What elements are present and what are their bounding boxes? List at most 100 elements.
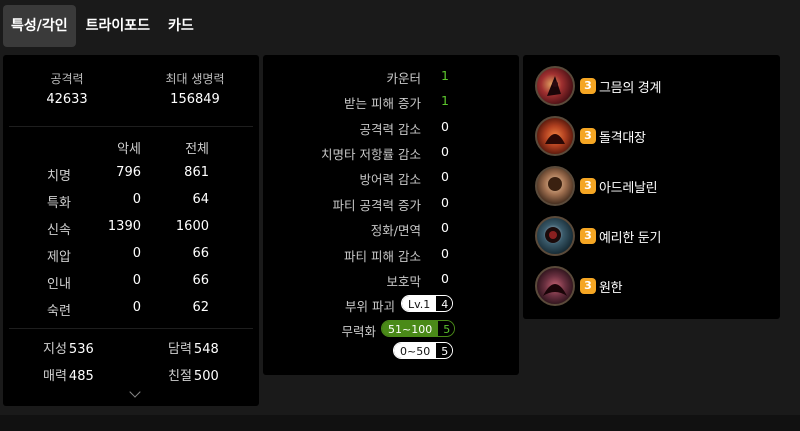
hp-label: 최대 생명력 bbox=[165, 72, 225, 86]
engraving-name: 원한 bbox=[599, 280, 623, 296]
acc-col-header: 악세 bbox=[117, 142, 141, 157]
modifier-row: 방어력 감소 0 bbox=[263, 169, 519, 191]
engraving-name: 돌격대장 bbox=[599, 130, 646, 146]
engraving-level-badge: 3 bbox=[580, 178, 596, 194]
tab-card[interactable]: 카드 bbox=[160, 5, 202, 47]
hp-value: 156849 bbox=[170, 92, 220, 107]
modifier-label: 방어력 감소 bbox=[359, 172, 421, 187]
extra-stat-charm: 매력 485 bbox=[43, 365, 94, 384]
charge-icon bbox=[535, 116, 575, 156]
attack-stat: 공격력 42633 bbox=[3, 70, 131, 107]
tab-engraving[interactable]: 특성/각인 bbox=[3, 5, 76, 47]
stat-name: 치명 bbox=[47, 169, 71, 184]
grudge-icon bbox=[535, 266, 575, 306]
stagger-count-low: 5 bbox=[436, 343, 453, 358]
extra-stat-value: 500 bbox=[193, 369, 219, 384]
modifier-row: 정화/면역 0 bbox=[263, 220, 519, 242]
witch-icon bbox=[535, 66, 575, 106]
stat-total: 64 bbox=[192, 192, 209, 207]
extra-stat-courage: 담력 548 bbox=[168, 338, 219, 357]
extra-stat-name: 매력 bbox=[43, 369, 67, 384]
part-break-count: 4 bbox=[436, 296, 453, 311]
engraving-level-badge: 3 bbox=[580, 78, 596, 94]
stat-row: 숙련 0 62 bbox=[3, 300, 259, 326]
stat-row: 제압 0 66 bbox=[3, 246, 259, 272]
stat-acc: 0 bbox=[132, 300, 141, 315]
stat-row: 인내 0 66 bbox=[3, 273, 259, 299]
engraving-item[interactable]: 3 원한 bbox=[535, 266, 775, 306]
engraving-level-badge: 3 bbox=[580, 128, 596, 144]
attack-value: 42633 bbox=[46, 92, 88, 107]
stat-acc: 0 bbox=[132, 246, 141, 261]
stagger-pill-low: 0~50 5 bbox=[393, 342, 454, 359]
modifier-label: 공격력 감소 bbox=[359, 122, 421, 137]
tab-tripod[interactable]: 트라이포드 bbox=[78, 5, 158, 47]
stat-total: 861 bbox=[184, 165, 209, 180]
engravings-panel: 3 그믐의 경계 3 돌격대장 3 아드레날린 3 예리한 둔기 3 원한 bbox=[523, 55, 780, 319]
stat-row: 신속 1390 1600 bbox=[3, 219, 259, 245]
modifiers-panel: 카운터 1 받는 피해 증가 1 공격력 감소 0 치명타 저항률 감소 0 방… bbox=[263, 55, 519, 375]
stat-name: 신속 bbox=[47, 223, 71, 238]
attack-label: 공격력 bbox=[50, 72, 84, 86]
part-break-level: Lv.1 bbox=[402, 296, 437, 311]
modifier-value: 0 bbox=[441, 271, 449, 286]
stat-row: 특화 0 64 bbox=[3, 192, 259, 218]
engraving-level-badge: 3 bbox=[580, 228, 596, 244]
extra-stat-intellect: 지성 536 bbox=[43, 338, 94, 357]
adrenaline-icon bbox=[535, 166, 575, 206]
stat-acc: 0 bbox=[132, 192, 141, 207]
modifier-row: 공격력 감소 0 bbox=[263, 119, 519, 141]
engraving-name: 그믐의 경계 bbox=[599, 80, 662, 96]
modifier-row: 받는 피해 증가 1 bbox=[263, 93, 519, 115]
engraving-item[interactable]: 3 아드레날린 bbox=[535, 166, 775, 206]
stat-name: 인내 bbox=[47, 277, 71, 292]
modifier-label: 파티 피해 감소 bbox=[344, 249, 421, 264]
engraving-name: 예리한 둔기 bbox=[599, 230, 662, 246]
stats-panel: 공격력 42633 최대 생명력 156849 악세 전체 치명 796 861… bbox=[3, 55, 259, 406]
divider bbox=[9, 126, 253, 127]
modifier-label: 파티 공격력 증가 bbox=[332, 198, 421, 213]
extra-stat-value: 548 bbox=[193, 342, 219, 357]
modifier-value: 0 bbox=[441, 169, 449, 184]
modifier-value: 1 bbox=[441, 93, 449, 108]
stagger-range-low: 0~50 bbox=[394, 343, 437, 358]
engraving-item[interactable]: 3 돌격대장 bbox=[535, 116, 775, 156]
engraving-item[interactable]: 3 그믐의 경계 bbox=[535, 66, 775, 106]
modifier-label: 정화/면역 bbox=[370, 223, 421, 238]
modifier-row: 카운터 1 bbox=[263, 68, 519, 90]
stat-acc: 1390 bbox=[107, 219, 141, 234]
part-break-label: 부위 파괴 bbox=[345, 299, 395, 314]
engraving-name: 아드레날린 bbox=[599, 180, 658, 196]
modifier-label: 치명타 저항률 감소 bbox=[321, 147, 421, 162]
part-break-row: 부위 파괴 bbox=[263, 296, 519, 318]
stagger-label: 무력화 bbox=[341, 324, 376, 339]
modifier-row: 치명타 저항률 감소 0 bbox=[263, 144, 519, 166]
stat-total: 1600 bbox=[175, 219, 209, 234]
chevron-down-icon[interactable] bbox=[129, 386, 141, 398]
modifier-value: 0 bbox=[441, 195, 449, 210]
stagger-count-high: 5 bbox=[438, 321, 455, 336]
stat-name: 제압 bbox=[47, 250, 71, 265]
modifier-value: 0 bbox=[441, 246, 449, 261]
extra-stat-kindness: 친절 500 bbox=[168, 365, 219, 384]
total-col-header: 전체 bbox=[185, 142, 209, 157]
modifier-value: 0 bbox=[441, 119, 449, 134]
modifier-label: 보호막 bbox=[386, 274, 421, 289]
extra-stat-value: 536 bbox=[68, 342, 94, 357]
modifier-value: 0 bbox=[441, 220, 449, 235]
blunt-icon bbox=[535, 216, 575, 256]
modifier-value: 0 bbox=[441, 144, 449, 159]
modifier-label: 카운터 bbox=[386, 71, 421, 86]
stagger-range-high: 51~100 bbox=[382, 321, 439, 336]
divider bbox=[9, 328, 253, 329]
stat-name: 숙련 bbox=[47, 304, 71, 319]
stat-grid-header: 악세 전체 bbox=[3, 138, 259, 164]
engraving-item[interactable]: 3 예리한 둔기 bbox=[535, 216, 775, 256]
stat-total: 66 bbox=[192, 273, 209, 288]
hp-stat: 최대 생명력 156849 bbox=[131, 70, 259, 107]
stat-name: 특화 bbox=[47, 196, 71, 211]
stat-acc: 0 bbox=[132, 273, 141, 288]
modifier-row: 보호막 0 bbox=[263, 271, 519, 293]
extra-stat-name: 지성 bbox=[43, 342, 67, 357]
extra-stat-name: 담력 bbox=[168, 342, 192, 357]
